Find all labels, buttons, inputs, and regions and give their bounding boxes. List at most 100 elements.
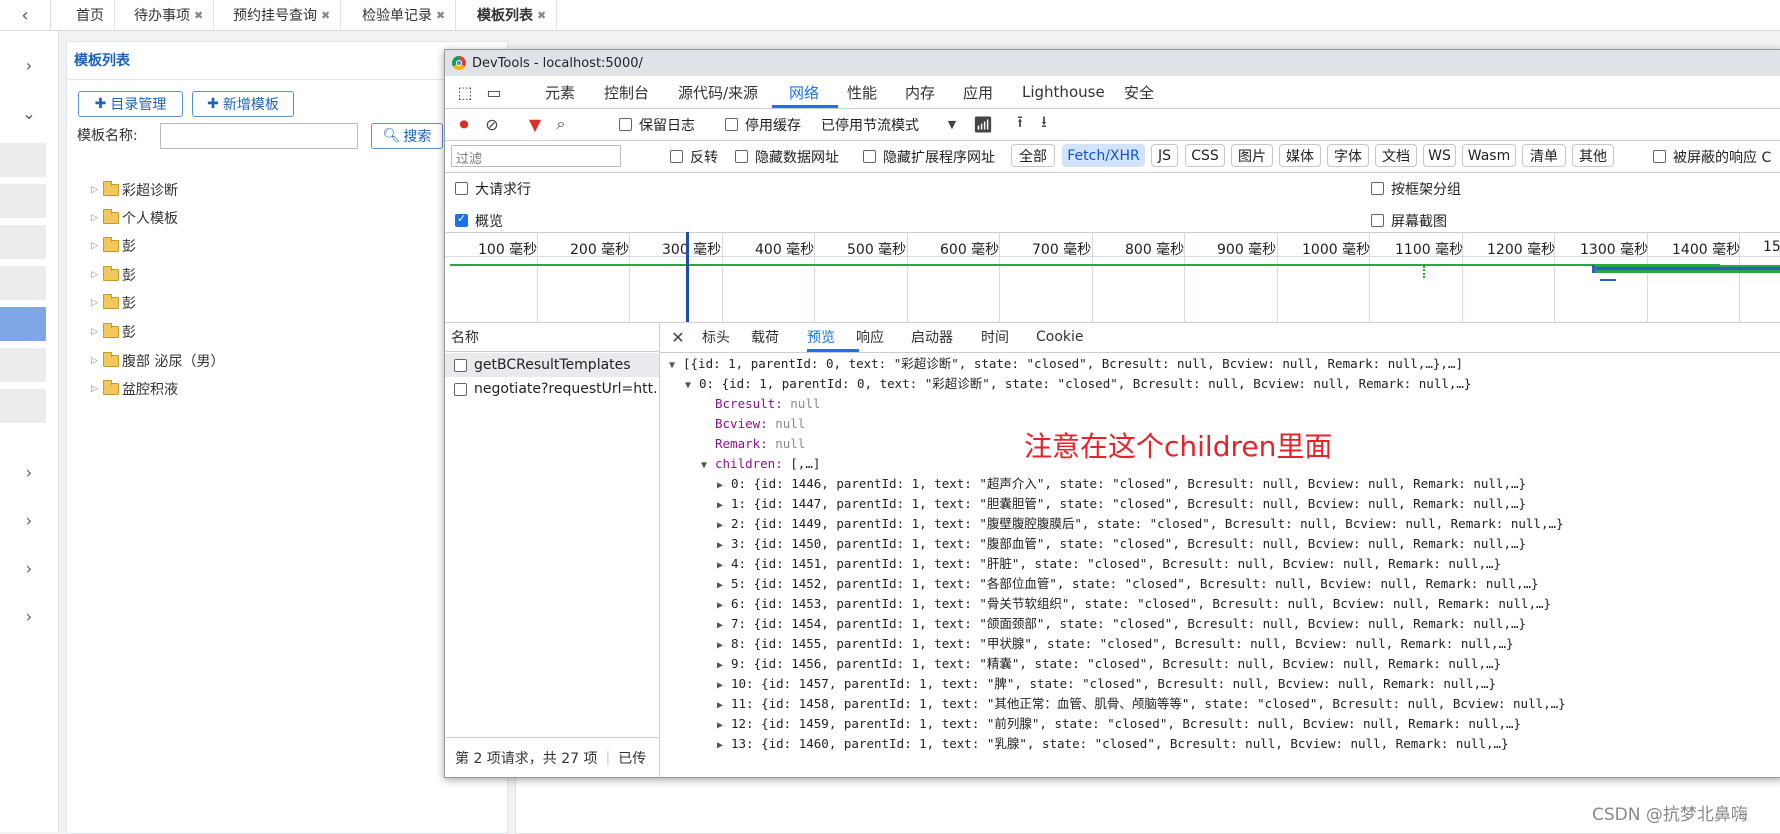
expand-triangle-icon[interactable]: ▶ (717, 616, 731, 636)
tree-node[interactable]: ▷ 盆腔积液 (91, 378, 178, 400)
search-icon[interactable]: ⌕ (551, 114, 571, 134)
name-column-header[interactable]: 名称 (445, 322, 659, 352)
json-child-row[interactable]: ▶ 8: {id: 1455, parentId: 1, text: "甲状腺",… (717, 634, 1514, 654)
clear-icon[interactable]: ⊘ (482, 114, 502, 134)
tab-template-list[interactable]: 模板列表 ✖ (467, 0, 558, 30)
json-child-row[interactable]: ▶ 3: {id: 1450, parentId: 1, text: "腹部血管"… (717, 534, 1526, 554)
json-child-row[interactable]: ▶ 7: {id: 1454, parentId: 1, text: "颌面颈部"… (717, 614, 1526, 634)
tab-home[interactable]: 首页 (66, 0, 115, 30)
tab-memory[interactable]: 内存 (905, 76, 935, 108)
expand-triangle-icon[interactable]: ▶ (717, 576, 731, 596)
json-children-node[interactable]: ▼ children: [,…] (701, 454, 820, 474)
add-template-button[interactable]: ✚ 新增模板 (192, 91, 294, 117)
device-toolbar-icon[interactable]: ▭ (483, 82, 505, 102)
json-child-row[interactable]: ▶ 13: {id: 1460, parentId: 1, text: "乳腺",… (717, 734, 1509, 754)
tab-payload[interactable]: 载荷 (751, 322, 779, 352)
directory-manage-button[interactable]: ✚ 目录管理 (78, 91, 183, 117)
tree-node[interactable]: ▷ 彭 (91, 264, 136, 286)
template-name-input[interactable] (160, 123, 358, 149)
json-child-row[interactable]: ▶ 2: {id: 1449, parentId: 1, text: "腹壁腹腔腹… (717, 514, 1564, 534)
expand-triangle-icon[interactable]: ▶ (717, 716, 731, 736)
close-icon[interactable]: ✕ (669, 327, 687, 347)
type-filter-img[interactable]: 图片 (1231, 144, 1273, 167)
expand-triangle-icon[interactable]: ▶ (717, 656, 731, 676)
chevron-down-icon[interactable]: ⌄ (0, 98, 58, 128)
request-row[interactable]: getBCResultTemplates (445, 353, 659, 377)
tab-elements[interactable]: 元素 (545, 76, 575, 108)
expand-triangle-icon[interactable]: ▶ (717, 736, 731, 756)
preserve-log-checkbox[interactable] (619, 118, 632, 131)
type-filter-all[interactable]: 全部 (1011, 144, 1055, 167)
network-conditions-icon[interactable]: 📶︎ (973, 114, 993, 134)
json-child-row[interactable]: ▶ 0: {id: 1446, parentId: 1, text: "超声介入"… (717, 474, 1526, 494)
json-root-node[interactable]: ▼ [{id: 1, parentId: 0, text: "彩超诊断", sta… (669, 354, 1463, 374)
tab-network[interactable]: 网络 (789, 76, 819, 108)
chevron-left-icon[interactable]: ‹ (0, 0, 51, 30)
expand-icon[interactable]: ▷ (91, 213, 103, 223)
sidebar-item[interactable] (0, 266, 46, 300)
throttling-select[interactable]: 已停用节流模式 (821, 115, 919, 135)
network-overview-timeline[interactable]: 100 毫秒 200 毫秒 300 毫秒 400 毫秒 500 毫秒 600 毫… (445, 232, 1780, 323)
tab-initiator[interactable]: 启动器 (911, 322, 953, 352)
expand-icon[interactable]: ▷ (91, 327, 103, 337)
expand-icon[interactable]: ▷ (91, 241, 103, 251)
tree-node[interactable]: ▷ 腹部 泌尿（男） (91, 350, 224, 372)
big-rows-checkbox[interactable] (455, 182, 468, 195)
record-icon[interactable]: ⏺ (454, 114, 474, 135)
expand-triangle-icon[interactable]: ▶ (717, 596, 731, 616)
invert-checkbox[interactable] (670, 150, 683, 163)
collapse-triangle-icon[interactable]: ▼ (669, 356, 683, 376)
expand-icon[interactable]: ▷ (91, 384, 103, 394)
inspect-icon[interactable]: ⬚ (455, 82, 475, 102)
json-child-row[interactable]: ▶ 6: {id: 1453, parentId: 1, text: "骨关节软组… (717, 594, 1551, 614)
json-child-row[interactable]: ▶ 5: {id: 1452, parentId: 1, text: "各部位血管… (717, 574, 1539, 594)
type-filter-js[interactable]: JS (1151, 144, 1178, 167)
type-filter-media[interactable]: 媒体 (1279, 144, 1321, 167)
tree-node[interactable]: ▷ 个人模板 (91, 207, 178, 229)
overview-checkbox[interactable] (455, 212, 468, 227)
close-icon[interactable]: ✖ (194, 9, 203, 22)
expand-icon[interactable]: ▷ (91, 185, 103, 195)
tab-preview[interactable]: 预览 (807, 322, 835, 352)
type-filter-doc[interactable]: 文档 (1375, 144, 1417, 167)
type-filter-fetch-xhr[interactable]: Fetch/XHR (1062, 144, 1145, 167)
request-row[interactable]: negotiate?requestUrl=htt... (445, 377, 659, 401)
chevron-right-icon[interactable]: › (0, 601, 58, 631)
json-child-row[interactable]: ▶ 12: {id: 1459, parentId: 1, text: "前列腺"… (717, 714, 1521, 734)
hide-data-urls-checkbox[interactable] (735, 150, 748, 163)
collapse-triangle-icon[interactable]: ▼ (685, 376, 699, 396)
tree-node[interactable]: ▷ 彭 (91, 235, 136, 257)
tab-lighthouse[interactable]: Lighthouse (1022, 76, 1105, 108)
tab-console[interactable]: 控制台 (604, 76, 649, 108)
filter-icon[interactable]: ▼ (525, 114, 545, 134)
expand-triangle-icon[interactable]: ▶ (717, 556, 731, 576)
close-icon[interactable]: ✖ (436, 9, 445, 22)
sidebar-item[interactable] (0, 143, 46, 177)
tab-todo[interactable]: 待办事项 ✖ (124, 0, 215, 30)
type-filter-font[interactable]: 字体 (1327, 144, 1369, 167)
disable-cache-checkbox[interactable] (725, 118, 738, 131)
screenshots-checkbox[interactable] (1371, 214, 1384, 227)
group-by-frame-checkbox[interactable] (1371, 182, 1384, 195)
expand-icon[interactable]: ▷ (91, 356, 103, 366)
tab-performance[interactable]: 性能 (847, 76, 877, 108)
chevron-right-icon[interactable]: › (0, 505, 58, 535)
expand-triangle-icon[interactable]: ▶ (717, 516, 731, 536)
tab-headers[interactable]: 标头 (702, 322, 730, 352)
sidebar-item-selected[interactable] (0, 307, 46, 341)
json-child-row[interactable]: ▶ 9: {id: 1456, parentId: 1, text: "精囊", … (717, 654, 1501, 674)
type-filter-css[interactable]: CSS (1185, 144, 1225, 167)
json-child-row[interactable]: ▶ 1: {id: 1447, parentId: 1, text: "胆囊胆管"… (717, 494, 1526, 514)
expand-triangle-icon[interactable]: ▶ (717, 496, 731, 516)
expand-triangle-icon[interactable]: ▶ (717, 536, 731, 556)
chevron-right-icon[interactable]: › (0, 50, 58, 80)
close-icon[interactable]: ✖ (537, 9, 546, 22)
expand-icon[interactable]: ▷ (91, 270, 103, 280)
blocked-responses-checkbox[interactable] (1653, 150, 1666, 163)
filter-input[interactable]: 过滤 (451, 145, 621, 167)
search-button[interactable]: 🔍︎ 搜索 (371, 123, 443, 149)
dropdown-arrow-icon[interactable]: ▼ (945, 114, 959, 134)
type-filter-manifest[interactable]: 清单 (1522, 144, 1566, 167)
json-child-row[interactable]: ▶ 10: {id: 1457, parentId: 1, text: "脾", … (717, 674, 1496, 694)
tree-node[interactable]: ▷ 彭 (91, 321, 136, 343)
